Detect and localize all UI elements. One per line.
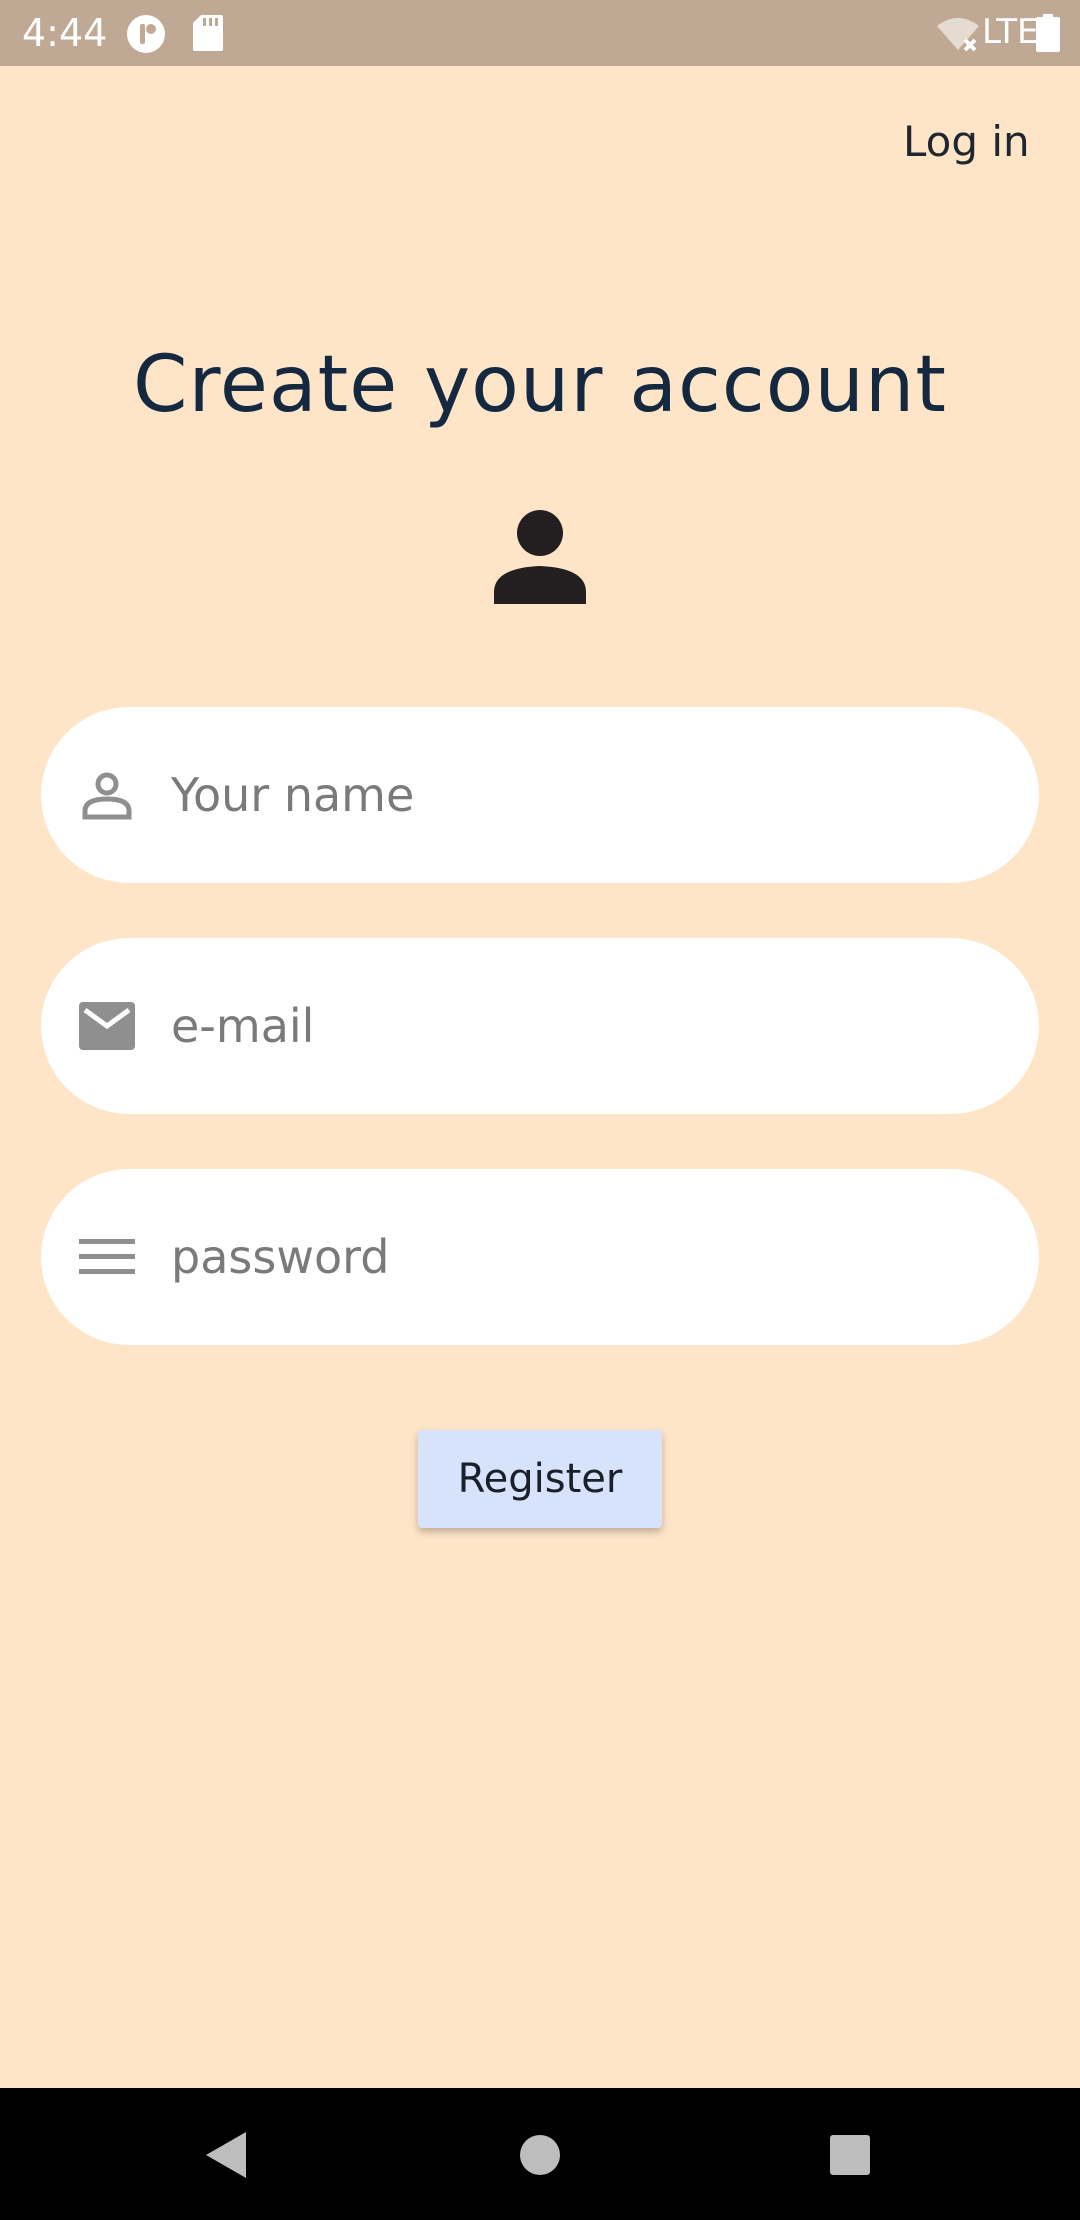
register-button[interactable]: Register (418, 1430, 662, 1528)
recents-icon[interactable] (829, 2134, 871, 2181)
wifi-off-icon (935, 16, 981, 57)
menu-lines-icon (77, 1227, 137, 1287)
mail-icon (77, 996, 137, 1056)
battery-icon (1036, 14, 1060, 57)
network-type-label: LTE (982, 12, 1039, 52)
email-field[interactable] (41, 938, 1039, 1114)
login-link[interactable]: Log in (903, 112, 1030, 172)
name-input[interactable] (171, 755, 991, 835)
status-time: 4:44 (22, 11, 108, 55)
back-icon[interactable] (204, 2130, 248, 2185)
page-title: Create your account (133, 340, 947, 430)
home-icon[interactable] (519, 2134, 561, 2181)
navigation-bar (0, 2088, 1080, 2220)
name-field[interactable] (41, 707, 1039, 883)
person-outline-icon (77, 765, 137, 825)
person-icon (492, 508, 588, 604)
sd-card-icon (192, 14, 224, 57)
password-field[interactable] (41, 1169, 1039, 1345)
password-input[interactable] (171, 1217, 991, 1297)
app-notification-icon (126, 14, 166, 59)
email-input[interactable] (171, 986, 991, 1066)
status-bar: 4:44 LTE (0, 0, 1080, 66)
